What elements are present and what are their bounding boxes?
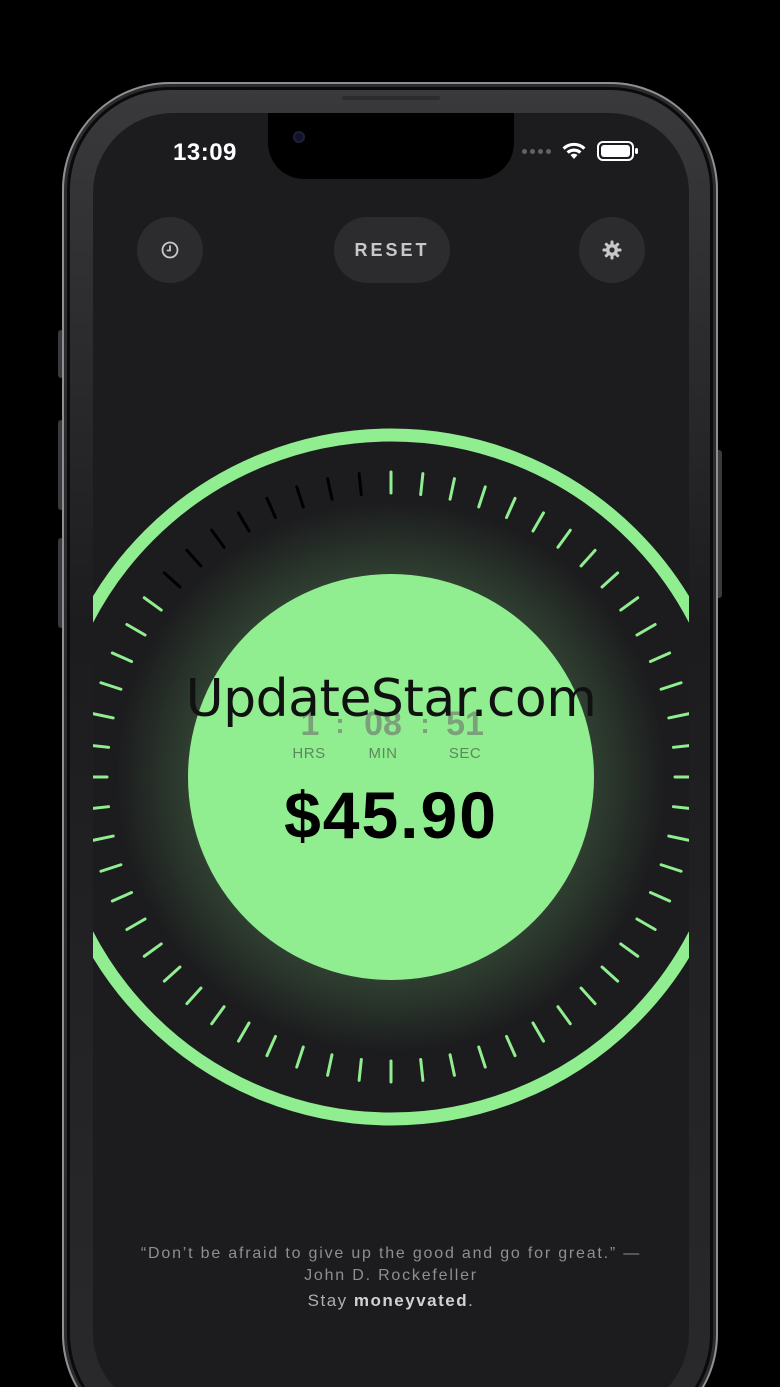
- dial-tick: [531, 1021, 545, 1043]
- dial-tick: [125, 917, 147, 931]
- earnings-amount: $45.90: [284, 778, 498, 852]
- dial-tick: [531, 511, 545, 533]
- dial-tick: [326, 477, 334, 501]
- dial-tick: [648, 891, 672, 903]
- dial-tick: [265, 496, 277, 520]
- earpiece-speaker: [342, 96, 440, 100]
- dial-tick: [93, 744, 111, 749]
- dial-tick: [448, 1053, 456, 1077]
- dial-tick: [556, 528, 572, 549]
- minutes-label: MIN: [368, 745, 398, 762]
- hours-label: HRS: [292, 745, 326, 762]
- dial-tick: [237, 511, 251, 533]
- dial-tick: [326, 1053, 334, 1077]
- dial-tick: [448, 477, 456, 501]
- app-screen: 13:09 RESET 1: 08: 51 HRS MIN SEC $45.…: [93, 113, 689, 1387]
- dial-tick: [142, 942, 163, 958]
- dial-tick: [579, 986, 597, 1006]
- dial-tick: [635, 917, 657, 931]
- dial-tick: [671, 744, 689, 749]
- dial-tick: [419, 1057, 425, 1082]
- dial-tick: [295, 485, 305, 509]
- dial-tick: [619, 942, 640, 958]
- tagline-prefix: Stay: [307, 1291, 354, 1310]
- dial-tick: [142, 596, 163, 612]
- dial-tick: [477, 1045, 487, 1069]
- dial-tick: [648, 651, 672, 663]
- dial-tick: [635, 623, 657, 637]
- dial-tick: [619, 596, 640, 612]
- dial-tick: [579, 548, 597, 568]
- dial-tick: [125, 623, 147, 637]
- dial-tick: [110, 651, 134, 663]
- dial-tick: [185, 986, 203, 1006]
- watermark: UpdateStar.com: [185, 669, 597, 729]
- dial-tick: [162, 965, 182, 983]
- dial-tick: [600, 965, 620, 983]
- dial-tick: [477, 485, 487, 509]
- dial-tick: [659, 863, 683, 873]
- dial-tick: [600, 571, 620, 589]
- dial-tick: [505, 1034, 517, 1058]
- dial-tick: [357, 472, 363, 497]
- dial-tick: [99, 863, 123, 873]
- dial-tick: [237, 1021, 251, 1043]
- dial-tick: [556, 1005, 572, 1026]
- dial-tick: [419, 472, 425, 497]
- dial-tick: [295, 1045, 305, 1069]
- dial-tick: [185, 548, 203, 568]
- tagline-brand: moneyvated: [353, 1291, 469, 1310]
- dial-tick: [210, 1005, 226, 1026]
- seconds-label: SEC: [448, 745, 482, 762]
- motivational-quote: “Don’t be afraid to give up the good and…: [140, 1245, 642, 1284]
- dial-tick: [162, 571, 182, 589]
- dial-tick: [210, 528, 226, 549]
- tagline: Stay moneyvated.: [93, 1291, 689, 1311]
- tagline-suffix: .: [468, 1291, 475, 1310]
- dial-tick: [505, 496, 517, 520]
- stage: 13:09 RESET 1: 08: 51 HRS MIN SEC $45.…: [0, 0, 780, 1387]
- dial-tick: [357, 1057, 363, 1082]
- dial-tick: [110, 891, 134, 903]
- dial-tick: [265, 1034, 277, 1058]
